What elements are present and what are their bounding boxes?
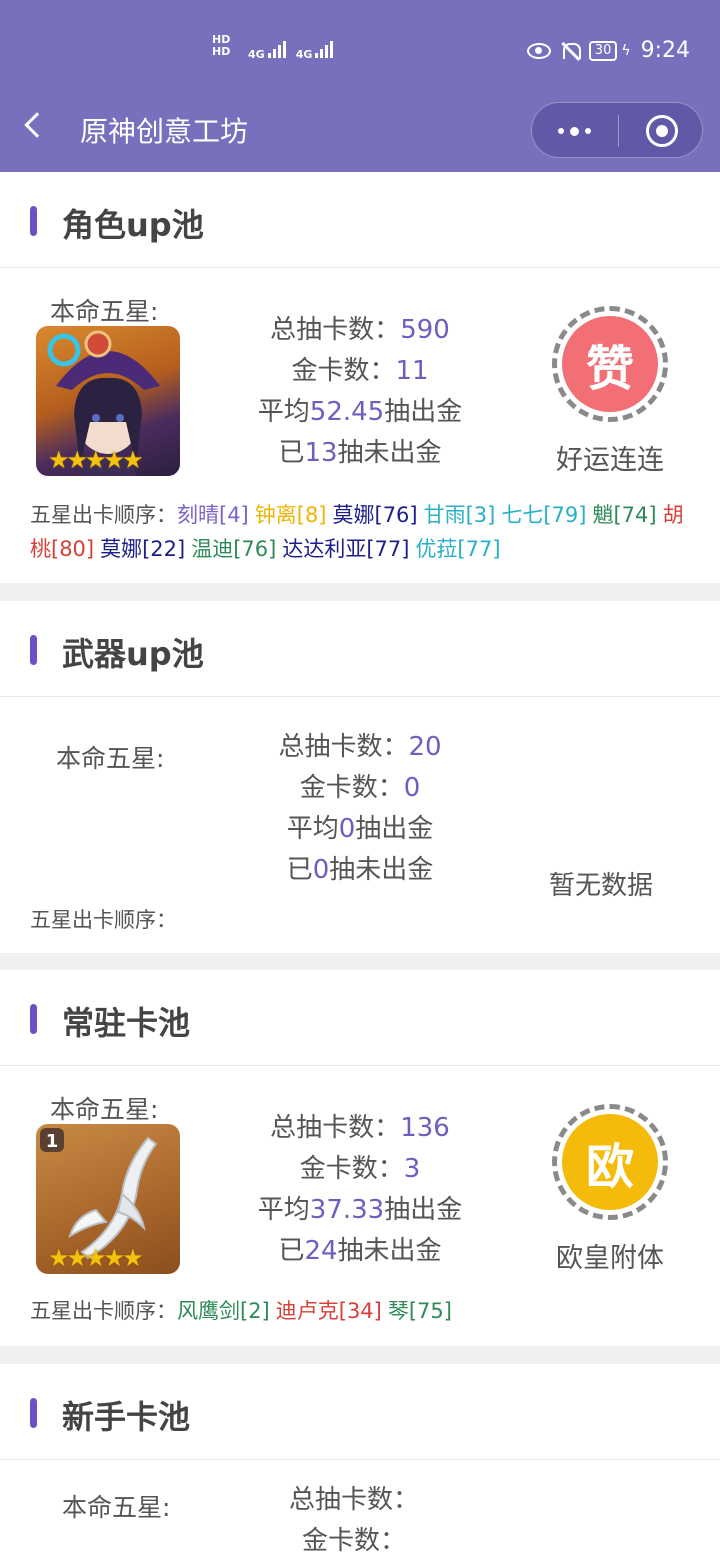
order-item: 琴[75] — [387, 1299, 452, 1323]
order-list: 风鹰剑[2] 迪卢克[34] 琴[75] — [177, 1299, 458, 1323]
back-arrow-icon[interactable] — [24, 112, 50, 138]
five-star-order: 五星出卡顺序：刻晴[4] 钟离[8] 莫娜[76] 甘雨[3] 七七[79] 魈[74] 胡… — [30, 498, 690, 566]
section-accent-bar — [30, 635, 37, 665]
more-icon[interactable] — [558, 126, 591, 136]
weapon-avatar: 1 ★★★★★ — [36, 1124, 180, 1274]
hd-indicator: HD HD — [212, 33, 231, 58]
total-pulls-row: 总抽卡数：20 — [278, 732, 442, 762]
signal-icon — [315, 38, 334, 58]
average-row: 平均0抽出金 — [286, 814, 434, 844]
pool-stats: 总抽卡数：136 金卡数：3 平均37.33抽出金 已24抽未出金 — [220, 1108, 500, 1272]
pool-card-character: 角色up池 本命五星: ★★★★★ 总抽卡数：590 金卡数：11 平均52.4… — [0, 172, 720, 583]
gold-count-row: 金卡数： — [301, 1526, 406, 1556]
close-target-icon[interactable] — [646, 115, 678, 147]
card-header: 武器up池 — [0, 601, 720, 697]
total-pulls-row: 总抽卡数：590 — [270, 315, 450, 345]
section-accent-bar — [30, 1004, 37, 1034]
section-accent-bar — [30, 1398, 37, 1428]
luck-badge: 欧 欧皇附体 — [530, 1104, 690, 1275]
miniprogram-capsule — [531, 102, 703, 158]
pool-card-weapon: 武器up池 本命五星: 总抽卡数：20 金卡数：0 平均0抽出金 已0抽未出金 … — [0, 601, 720, 953]
eye-icon — [526, 42, 551, 59]
order-item: 达达利亚[77] — [282, 537, 410, 561]
order-label: 五星出卡顺序： — [30, 503, 177, 527]
five-star-rating: ★★★★★ — [48, 1244, 144, 1272]
luck-badge: 赞 好运连连 — [530, 306, 690, 477]
order-item: 莫娜[22] — [100, 537, 186, 561]
net-label-2: 4G — [295, 48, 313, 61]
card-header: 新手卡池 — [0, 1364, 720, 1460]
pool-stats: 总抽卡数： 金卡数： — [214, 1480, 494, 1560]
five-star-order: 五星出卡顺序：风鹰剑[2] 迪卢克[34] 琴[75] — [30, 1294, 690, 1328]
network-indicator: 4G 4G — [248, 38, 334, 61]
clock: 9:24 — [640, 38, 690, 63]
gold-count-row: 金卡数：3 — [299, 1154, 421, 1184]
badge-caption: 好运连连 — [556, 445, 664, 476]
thumbs-badge-icon: 赞 — [562, 316, 658, 412]
card-header: 常驻卡池 — [0, 970, 720, 1066]
top-bar: HD HD 4G 4G 30 ϟ 9:24 原神创意工坊 — [0, 0, 720, 172]
pool-stats: 总抽卡数：590 金卡数：11 平均52.45抽出金 已13抽未出金 — [220, 310, 500, 474]
pool-stats: 总抽卡数：20 金卡数：0 平均0抽出金 已0抽未出金 — [220, 727, 500, 891]
section-accent-bar — [30, 206, 37, 236]
character-avatar: ★★★★★ — [36, 326, 180, 476]
no-data-text: 暂无数据 — [549, 871, 654, 901]
pity-row: 已0抽未出金 — [286, 855, 434, 885]
average-row: 平均37.33抽出金 — [257, 1195, 463, 1225]
status-right: 30 ϟ 9:24 — [526, 38, 690, 63]
total-pulls-row: 总抽卡数：136 — [270, 1113, 450, 1143]
page-title: 原神创意工坊 — [80, 115, 249, 148]
five-star-order: 五星出卡顺序： — [30, 903, 690, 937]
section-title: 武器up池 — [62, 635, 204, 673]
order-label: 五星出卡顺序： — [30, 1299, 177, 1323]
order-item: 风鹰剑[2] — [177, 1299, 270, 1323]
badge-caption: 欧皇附体 — [556, 1243, 664, 1274]
section-title: 新手卡池 — [62, 1398, 191, 1436]
lucky-badge-icon: 欧 — [562, 1114, 658, 1210]
charging-icon: ϟ — [621, 42, 631, 59]
bell-muted-icon — [561, 41, 581, 61]
svg-text:1: 1 — [46, 1131, 59, 1152]
order-item: 甘雨[3] — [423, 503, 496, 527]
order-item: 温迪[76] — [191, 537, 277, 561]
battery-icon: 30 — [588, 40, 618, 61]
section-title: 角色up池 — [62, 206, 204, 244]
card-header: 角色up池 — [0, 172, 720, 268]
order-item: 优菈[77] — [415, 537, 501, 561]
benming-label: 本命五星: — [50, 1095, 159, 1124]
gold-count-row: 金卡数：0 — [299, 773, 421, 803]
benming-label: 本命五星: — [62, 1493, 171, 1522]
capsule-divider — [618, 115, 619, 147]
order-item: 魈[74] — [592, 503, 657, 527]
order-item: 迪卢克[34] — [275, 1299, 382, 1323]
total-pulls-row: 总抽卡数： — [288, 1485, 419, 1515]
badge-circle: 赞 — [552, 306, 668, 422]
five-star-rating: ★★★★★ — [48, 446, 144, 474]
pool-card-standard: 常驻卡池 本命五星: 1 ★★★★★ 总抽卡数：136 金卡数：3 平均37.3… — [0, 970, 720, 1346]
pity-row: 已24抽未出金 — [278, 1236, 442, 1266]
benming-label: 本命五星: — [50, 297, 159, 326]
signal-icon — [267, 38, 286, 58]
net-label-1: 4G — [248, 48, 265, 61]
gold-count-row: 金卡数：11 — [291, 356, 429, 386]
pool-card-novice: 新手卡池 本命五星: 总抽卡数： 金卡数： — [0, 1364, 720, 1560]
order-item: 刻晴[4] — [177, 503, 249, 527]
order-item: 钟离[8] — [254, 503, 327, 527]
order-item: 莫娜[76] — [332, 503, 418, 527]
section-title: 常驻卡池 — [62, 1004, 191, 1042]
benming-label: 本命五星: — [56, 744, 165, 773]
order-item: 七七[79] — [501, 503, 587, 527]
average-row: 平均52.45抽出金 — [257, 397, 463, 427]
order-label: 五星出卡顺序： — [30, 908, 177, 932]
pity-row: 已13抽未出金 — [278, 438, 442, 468]
badge-circle: 欧 — [552, 1104, 668, 1220]
